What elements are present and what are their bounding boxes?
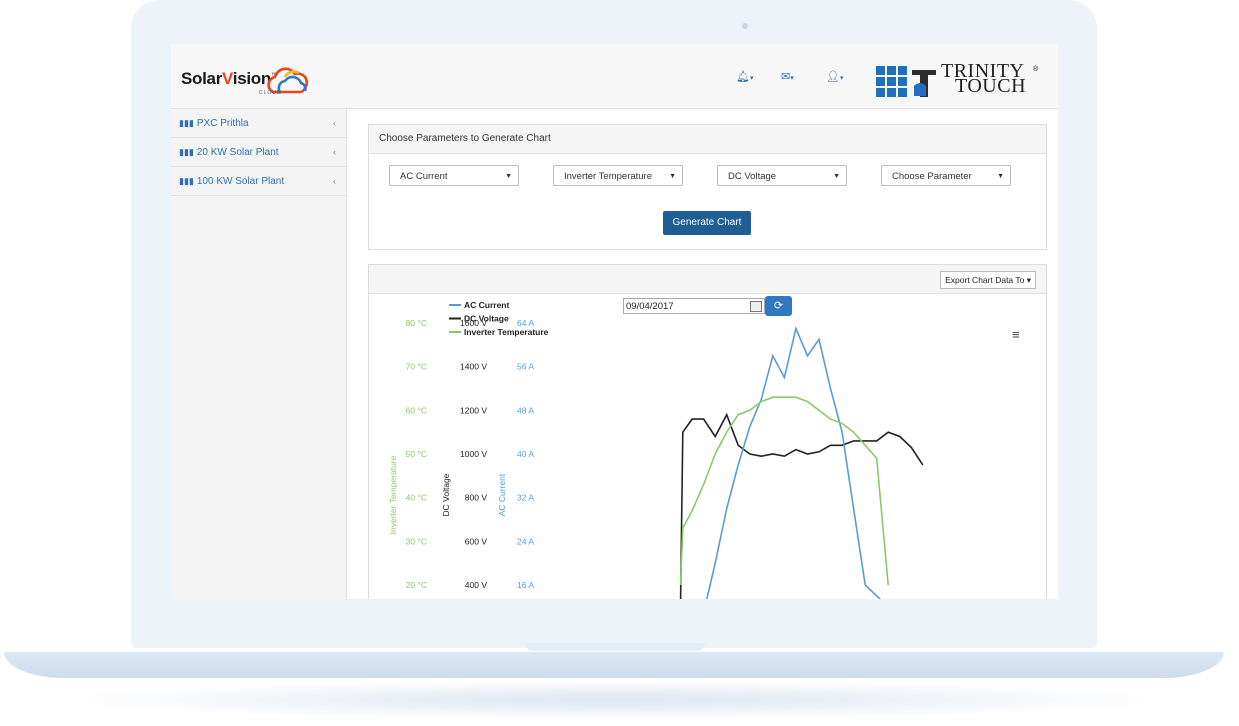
logo-text-v: V xyxy=(222,69,233,88)
chart-panel-header: Export Chart Data To ▾ xyxy=(369,265,1046,294)
trinity-touch-wordmark: TRINITY TOUCH xyxy=(941,61,1026,96)
axis-tick-label-voltage: 800 V xyxy=(465,493,488,503)
caret-down-icon: ▼ xyxy=(669,173,676,180)
notifications-dropdown[interactable]: 🔔︎▾ xyxy=(736,70,753,83)
caret-down-icon: ▼ xyxy=(997,173,1004,180)
caret-down-icon: ▾ xyxy=(1026,275,1031,285)
caret-down-icon: ▼ xyxy=(505,173,512,180)
select-value: Inverter Temperature xyxy=(564,171,653,182)
export-chart-data-button[interactable]: Export Chart Data To ▾ xyxy=(940,271,1036,289)
axis-tick-label-temp: 20 °C xyxy=(406,580,427,590)
legend-label: Inverter Temperature xyxy=(464,327,549,337)
axis-tick-label-voltage: 1400 V xyxy=(460,362,487,372)
laptop-hinge xyxy=(525,643,705,651)
axis-tick-label-voltage: 1200 V xyxy=(460,405,487,415)
axis-tick-label-temp: 30 °C xyxy=(406,536,427,546)
parameter-select-3[interactable]: DC Voltage ▼ xyxy=(717,165,847,186)
generate-chart-button[interactable]: Generate Chart xyxy=(663,211,751,235)
sidebar-item-label: 100 KW Solar Plant xyxy=(196,176,285,187)
axis-tick-label-temp: 80 °C xyxy=(406,318,427,328)
series-line-ac-current xyxy=(706,325,882,599)
parameter-select-4[interactable]: Choose Parameter ▼ xyxy=(881,165,1011,186)
parameter-select-1[interactable]: AC Current ▼ xyxy=(389,165,519,186)
axis-tick-label-temp: 50 °C xyxy=(406,449,427,459)
caret-down-icon: ▼ xyxy=(833,173,840,180)
axis-tick-label-current: 24 A xyxy=(517,536,534,546)
parameters-panel: Choose Parameters to Generate Chart AC C… xyxy=(368,124,1047,250)
axis-tick-label-voltage: 400 V xyxy=(465,580,488,590)
top-navbar: SolarVision™ CLOUD 🔔︎▾ ✉▾ 👤︎▾ TRINITY TO… xyxy=(171,44,1058,109)
select-value: AC Current xyxy=(400,171,448,182)
chart-svg: 80 °C70 °C60 °C50 °C40 °C30 °C20 °C1600 … xyxy=(388,300,924,599)
sidebar-item-100kw-solar-plant[interactable]: ▮▮▮ 100 KW Solar Plant ‹ xyxy=(171,167,346,196)
parameter-select-2[interactable]: Inverter Temperature ▼ xyxy=(553,165,683,186)
trinity-touch-logo-icon xyxy=(876,66,936,97)
bell-icon: 🔔︎ xyxy=(736,71,750,83)
sidebar-item-20kw-solar-plant[interactable]: ▮▮▮ 20 KW Solar Plant ‹ xyxy=(171,138,346,167)
envelope-icon: ✉ xyxy=(781,71,791,83)
laptop-base xyxy=(4,652,1224,678)
bar-chart-icon: ▮▮▮ xyxy=(179,118,194,128)
chevron-left-icon: ‹ xyxy=(333,118,336,128)
axis-tick-label-current: 16 A xyxy=(517,580,534,590)
laptop-shadow xyxy=(40,680,1190,720)
bar-chart-icon: ▮▮▮ xyxy=(179,176,194,186)
caret-down-icon: ▾ xyxy=(790,75,794,82)
chart-panel: Export Chart Data To ▾ 09/04/2017 ⟳ ≡ 80… xyxy=(368,264,1047,599)
caret-down-icon: ▾ xyxy=(839,75,844,82)
axis-tick-label-current: 32 A xyxy=(517,493,534,503)
axis-tick-label-current: 56 A xyxy=(517,362,534,372)
app-screen: SolarVision™ CLOUD 🔔︎▾ ✉▾ 👤︎▾ TRINITY TO… xyxy=(171,44,1058,599)
axis-tick-label-voltage: 600 V xyxy=(465,536,488,546)
legend-label: DC Voltage xyxy=(464,314,509,324)
legend-label: AC Current xyxy=(464,300,510,310)
sidebar-item-label: PXC Prithla xyxy=(196,118,249,129)
bar-chart-icon: ▮▮▮ xyxy=(179,147,194,157)
axis-tick-label-temp: 60 °C xyxy=(406,405,427,415)
axis-tick-label-current: 40 A xyxy=(517,449,534,459)
select-value: DC Voltage xyxy=(728,171,777,182)
chevron-left-icon: ‹ xyxy=(333,176,336,186)
axis-title-voltage: DC Voltage xyxy=(441,473,451,516)
export-label: Export Chart Data To xyxy=(945,275,1025,285)
axis-tick-label-temp: 40 °C xyxy=(406,493,427,503)
registered-mark: ® xyxy=(1033,66,1039,73)
camera-dot xyxy=(742,23,748,29)
caret-down-icon: ▾ xyxy=(749,75,754,82)
sidebar: ▮▮▮ PXC Prithla ‹ ▮▮▮ 20 KW Solar Plant ‹ ▮▮… xyxy=(171,109,347,599)
sidebar-item-label: 20 KW Solar Plant xyxy=(196,147,279,158)
axis-tick-label-temp: 70 °C xyxy=(406,362,427,372)
messages-dropdown[interactable]: ✉▾ xyxy=(781,70,794,83)
axis-tick-label-voltage: 1000 V xyxy=(460,449,487,459)
chevron-left-icon: ‹ xyxy=(333,147,336,157)
user-dropdown[interactable]: 👤︎▾ xyxy=(826,70,843,83)
axis-title-temp: Inverter Temperature xyxy=(388,455,398,534)
sidebar-item-pxc-prithla[interactable]: ▮▮▮ PXC Prithla ‹ xyxy=(171,109,346,138)
axis-tick-label-current: 48 A xyxy=(517,405,534,415)
axis-title-current: AC Current xyxy=(497,473,507,516)
logo-text-a: Solar xyxy=(181,69,223,88)
series-line-inverter-temperature xyxy=(679,396,889,586)
logo-subtitle: CLOUD xyxy=(259,90,282,96)
parameters-panel-title: Choose Parameters to Generate Chart xyxy=(369,125,1046,154)
select-value: Choose Parameter xyxy=(892,171,972,182)
user-icon: 👤︎ xyxy=(826,71,840,83)
